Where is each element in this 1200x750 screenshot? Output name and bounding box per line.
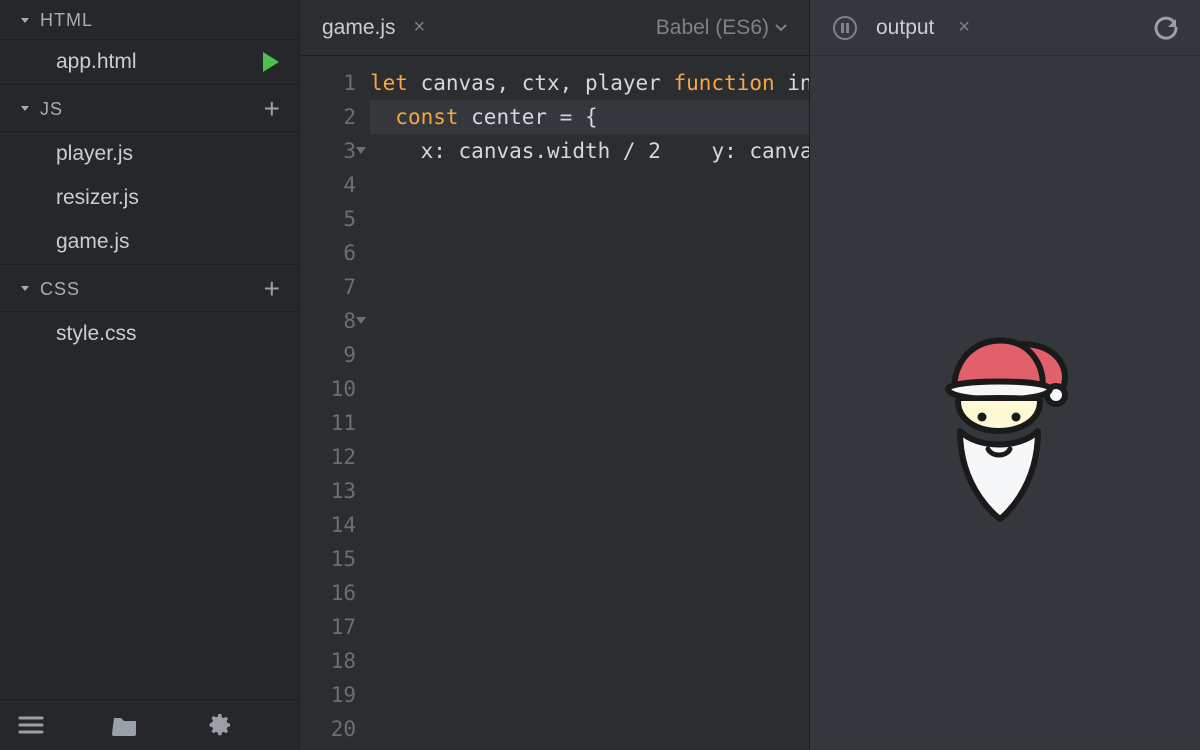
line-number: 5 xyxy=(300,202,356,236)
file-item[interactable]: style.css xyxy=(0,312,299,356)
close-tab-icon[interactable]: × xyxy=(414,16,426,39)
file-item[interactable]: player.js xyxy=(0,132,299,176)
editor-pane: game.js × Babel (ES6) 123456789101112131… xyxy=(300,0,810,750)
line-number: 8 xyxy=(300,304,356,338)
refresh-icon[interactable] xyxy=(1152,15,1178,41)
output-tab[interactable]: output xyxy=(876,16,934,40)
section-header-js[interactable]: JS+ xyxy=(0,84,299,132)
line-number: 4 xyxy=(300,168,356,202)
line-number: 10 xyxy=(300,372,356,406)
section-label: CSS xyxy=(40,279,264,300)
code[interactable]: let canvas, ctx, player function init() … xyxy=(370,66,809,750)
run-icon[interactable] xyxy=(261,51,281,73)
section-label: HTML xyxy=(40,10,281,31)
file-item[interactable]: app.html xyxy=(0,40,299,84)
line-number: 14 xyxy=(300,508,356,542)
file-name: app.html xyxy=(56,50,137,74)
language-label: Babel (ES6) xyxy=(656,16,769,40)
line-number: 6 xyxy=(300,236,356,270)
santa-sprite xyxy=(930,331,1080,536)
line-number: 19 xyxy=(300,678,356,712)
pause-icon[interactable] xyxy=(832,15,858,41)
line-number: 12 xyxy=(300,440,356,474)
line-number: 16 xyxy=(300,576,356,610)
code-line[interactable]: function init() { xyxy=(673,71,809,95)
editor-tab[interactable]: game.js xyxy=(322,16,396,40)
line-number: 1 xyxy=(300,66,356,100)
sidebar: HTMLapp.htmlJS+player.jsresizer.jsgame.j… xyxy=(0,0,300,750)
menu-icon[interactable] xyxy=(18,715,44,735)
gutter: 1234567891011121314151617181920 xyxy=(300,66,370,750)
code-line[interactable]: let canvas, ctx, player xyxy=(370,71,661,95)
close-output-icon[interactable]: × xyxy=(958,16,970,39)
code-line[interactable] xyxy=(661,71,674,95)
code-area[interactable]: 1234567891011121314151617181920 let canv… xyxy=(300,56,809,750)
gear-icon[interactable] xyxy=(206,712,232,738)
section-header-html[interactable]: HTML xyxy=(0,0,299,40)
file-name: resizer.js xyxy=(56,186,139,210)
output-pane: output × xyxy=(810,0,1200,750)
line-number: 20 xyxy=(300,712,356,746)
file-name: game.js xyxy=(56,230,130,254)
file-item[interactable]: game.js xyxy=(0,220,299,264)
line-number: 9 xyxy=(300,338,356,372)
line-number: 2 xyxy=(300,100,356,134)
line-number: 3 xyxy=(300,134,356,168)
add-file-icon[interactable]: + xyxy=(264,95,281,123)
code-line[interactable]: y: canvas.height / 2 xyxy=(661,139,809,163)
folder-icon[interactable] xyxy=(112,714,138,736)
chevron-down-icon xyxy=(775,24,787,32)
caret-down-icon xyxy=(20,16,30,26)
output-tabbar: output × xyxy=(810,0,1200,56)
caret-down-icon xyxy=(20,104,30,114)
file-item[interactable]: resizer.js xyxy=(0,176,299,220)
line-number: 15 xyxy=(300,542,356,576)
file-name: player.js xyxy=(56,142,133,166)
line-number: 17 xyxy=(300,610,356,644)
editor-tabbar: game.js × Babel (ES6) xyxy=(300,0,809,56)
sidebar-footer xyxy=(0,699,299,750)
code-line[interactable]: const center = { xyxy=(370,100,809,134)
section-header-css[interactable]: CSS+ xyxy=(0,264,299,312)
line-number: 13 xyxy=(300,474,356,508)
line-number: 11 xyxy=(300,406,356,440)
code-line[interactable]: x: canvas.width / 2 xyxy=(370,139,661,163)
add-file-icon[interactable]: + xyxy=(264,275,281,303)
section-label: JS xyxy=(40,99,264,120)
language-select[interactable]: Babel (ES6) xyxy=(656,16,787,40)
file-name: style.css xyxy=(56,322,137,346)
line-number: 7 xyxy=(300,270,356,304)
output-canvas[interactable] xyxy=(810,56,1200,750)
caret-down-icon xyxy=(20,284,30,294)
line-number: 18 xyxy=(300,644,356,678)
